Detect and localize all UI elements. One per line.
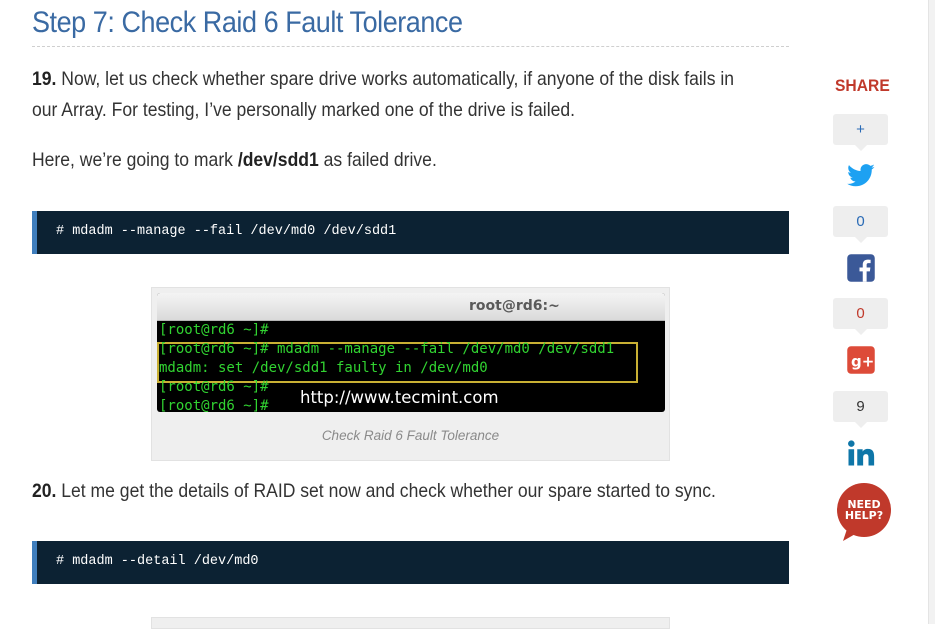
svg-text:g+: g+ [851,352,874,370]
twitter-icon[interactable] [846,161,876,191]
watermark-url: http://www.tecmint.com [300,388,499,407]
paragraph-20-text: Let me get the details of RAID set now a… [61,480,716,502]
terminal-line: [root@rd6 ~]# [159,398,269,412]
device-name: /dev/sdd1 [237,149,319,171]
code-block-detail[interactable]: # mdadm --detail /dev/md0 [32,541,789,584]
terminal-line: mdadm: set /dev/sdd1 faulty in /dev/md0 [159,360,488,376]
need-help-line2: HELP? [845,509,883,522]
code-detail-command[interactable]: # mdadm --detail /dev/md0 [56,554,259,569]
twitter-share-count: 0 [833,206,888,243]
share-label: SHARE [835,76,890,95]
paragraph-19-text: Now, let us check whether spare drive wo… [32,68,735,121]
figure-next-partial [151,617,670,629]
facebook-share-count: 0 [833,298,888,335]
figure-terminal-screenshot: root@rd6:~ [root@rd6 ~]# [root@rd6 ~]# m… [151,287,670,461]
terminal-window: root@rd6:~ [root@rd6 ~]# [root@rd6 ~]# m… [157,293,665,412]
code-block-fail[interactable]: # mdadm --manage --fail /dev/md0 /dev/sd… [32,211,789,254]
step-number-19: 19. [32,68,57,90]
mark-prefix: Here, we’re going to mark [32,149,233,171]
mark-suffix: as failed drive. [323,149,437,171]
terminal-titlebar: root@rd6:~ [157,293,665,321]
facebook-icon[interactable] [846,253,876,283]
paragraph-mark-drive: Here, we’re going to mark /dev/sdd1 as f… [32,145,734,176]
page-scrollbar[interactable] [928,0,935,624]
paragraph-19: 19. Now, let us check whether spare driv… [32,64,734,126]
terminal-line: [root@rd6 ~]# mdadm --manage --fail /dev… [159,341,615,357]
need-help-icon[interactable]: NEED HELP? [833,483,895,543]
terminal-line: [root@rd6 ~]# [159,379,269,395]
terminal-line: [root@rd6 ~]# [159,322,269,338]
step-number-20: 20. [32,480,57,502]
linkedin-icon[interactable] [846,438,876,468]
google-plus-icon[interactable]: g+ [846,345,876,375]
share-plus-button[interactable]: + [833,114,888,151]
paragraph-20: 20. Let me get the details of RAID set n… [32,476,734,507]
terminal-title: root@rd6:~ [469,298,560,314]
figure-caption: Check Raid 6 Fault Tolerance [321,428,500,443]
title-divider [32,46,789,47]
step-title: Step 7: Check Raid 6 Fault Tolerance [32,6,463,39]
code-fail-command[interactable]: # mdadm --manage --fail /dev/md0 /dev/sd… [56,224,396,239]
googleplus-share-count: 9 [833,391,888,428]
